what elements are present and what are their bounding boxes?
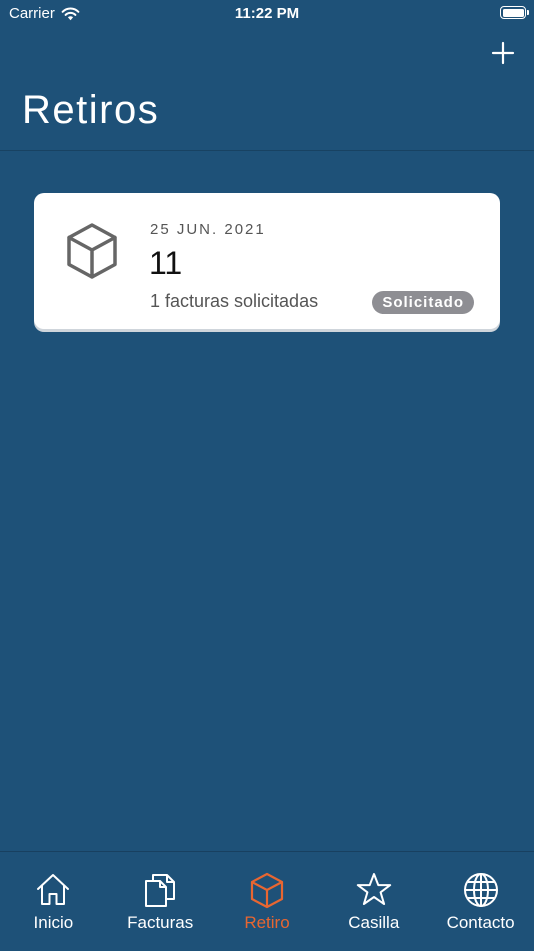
box-icon (250, 872, 284, 909)
box-icon (67, 223, 117, 279)
tab-label-casilla: Casilla (348, 913, 400, 932)
tab-contacto[interactable]: Contacto (427, 852, 534, 951)
star-icon (356, 873, 391, 905)
globe-icon (463, 873, 498, 907)
retiro-date: 25 JUN. 2021 (150, 221, 266, 238)
battery-icon (500, 6, 529, 19)
home-icon (37, 874, 70, 905)
tab-facturas[interactable]: Facturas (107, 852, 214, 951)
tab-retiro[interactable]: Retiro (214, 852, 321, 951)
nav-bar: Retiros (0, 28, 534, 151)
retiro-number: 11 (149, 245, 183, 281)
status-time: 11:22 PM (234, 5, 300, 22)
documents-icon (145, 874, 176, 907)
tab-label-retiro: Retiro (244, 913, 290, 932)
tab-bar: Inicio Facturas Retiro Casilla Contacto (0, 851, 534, 951)
tab-label-inicio: Inicio (33, 913, 74, 932)
retiro-card[interactable]: 25 JUN. 2021 11 1 facturas solicitadas S… (34, 193, 500, 329)
tab-label-contacto: Contacto (446, 913, 515, 932)
tab-casilla[interactable]: Casilla (320, 852, 427, 951)
tab-label-facturas: Facturas (127, 913, 194, 932)
status-badge: Solicitado (372, 291, 474, 314)
status-bar: Carrier 11:22 PM (0, 0, 534, 28)
retiro-subtitle: 1 facturas solicitadas (150, 291, 319, 311)
page-title: Retiros (22, 88, 160, 132)
plus-icon[interactable] (490, 40, 516, 66)
tab-inicio[interactable]: Inicio (0, 852, 107, 951)
